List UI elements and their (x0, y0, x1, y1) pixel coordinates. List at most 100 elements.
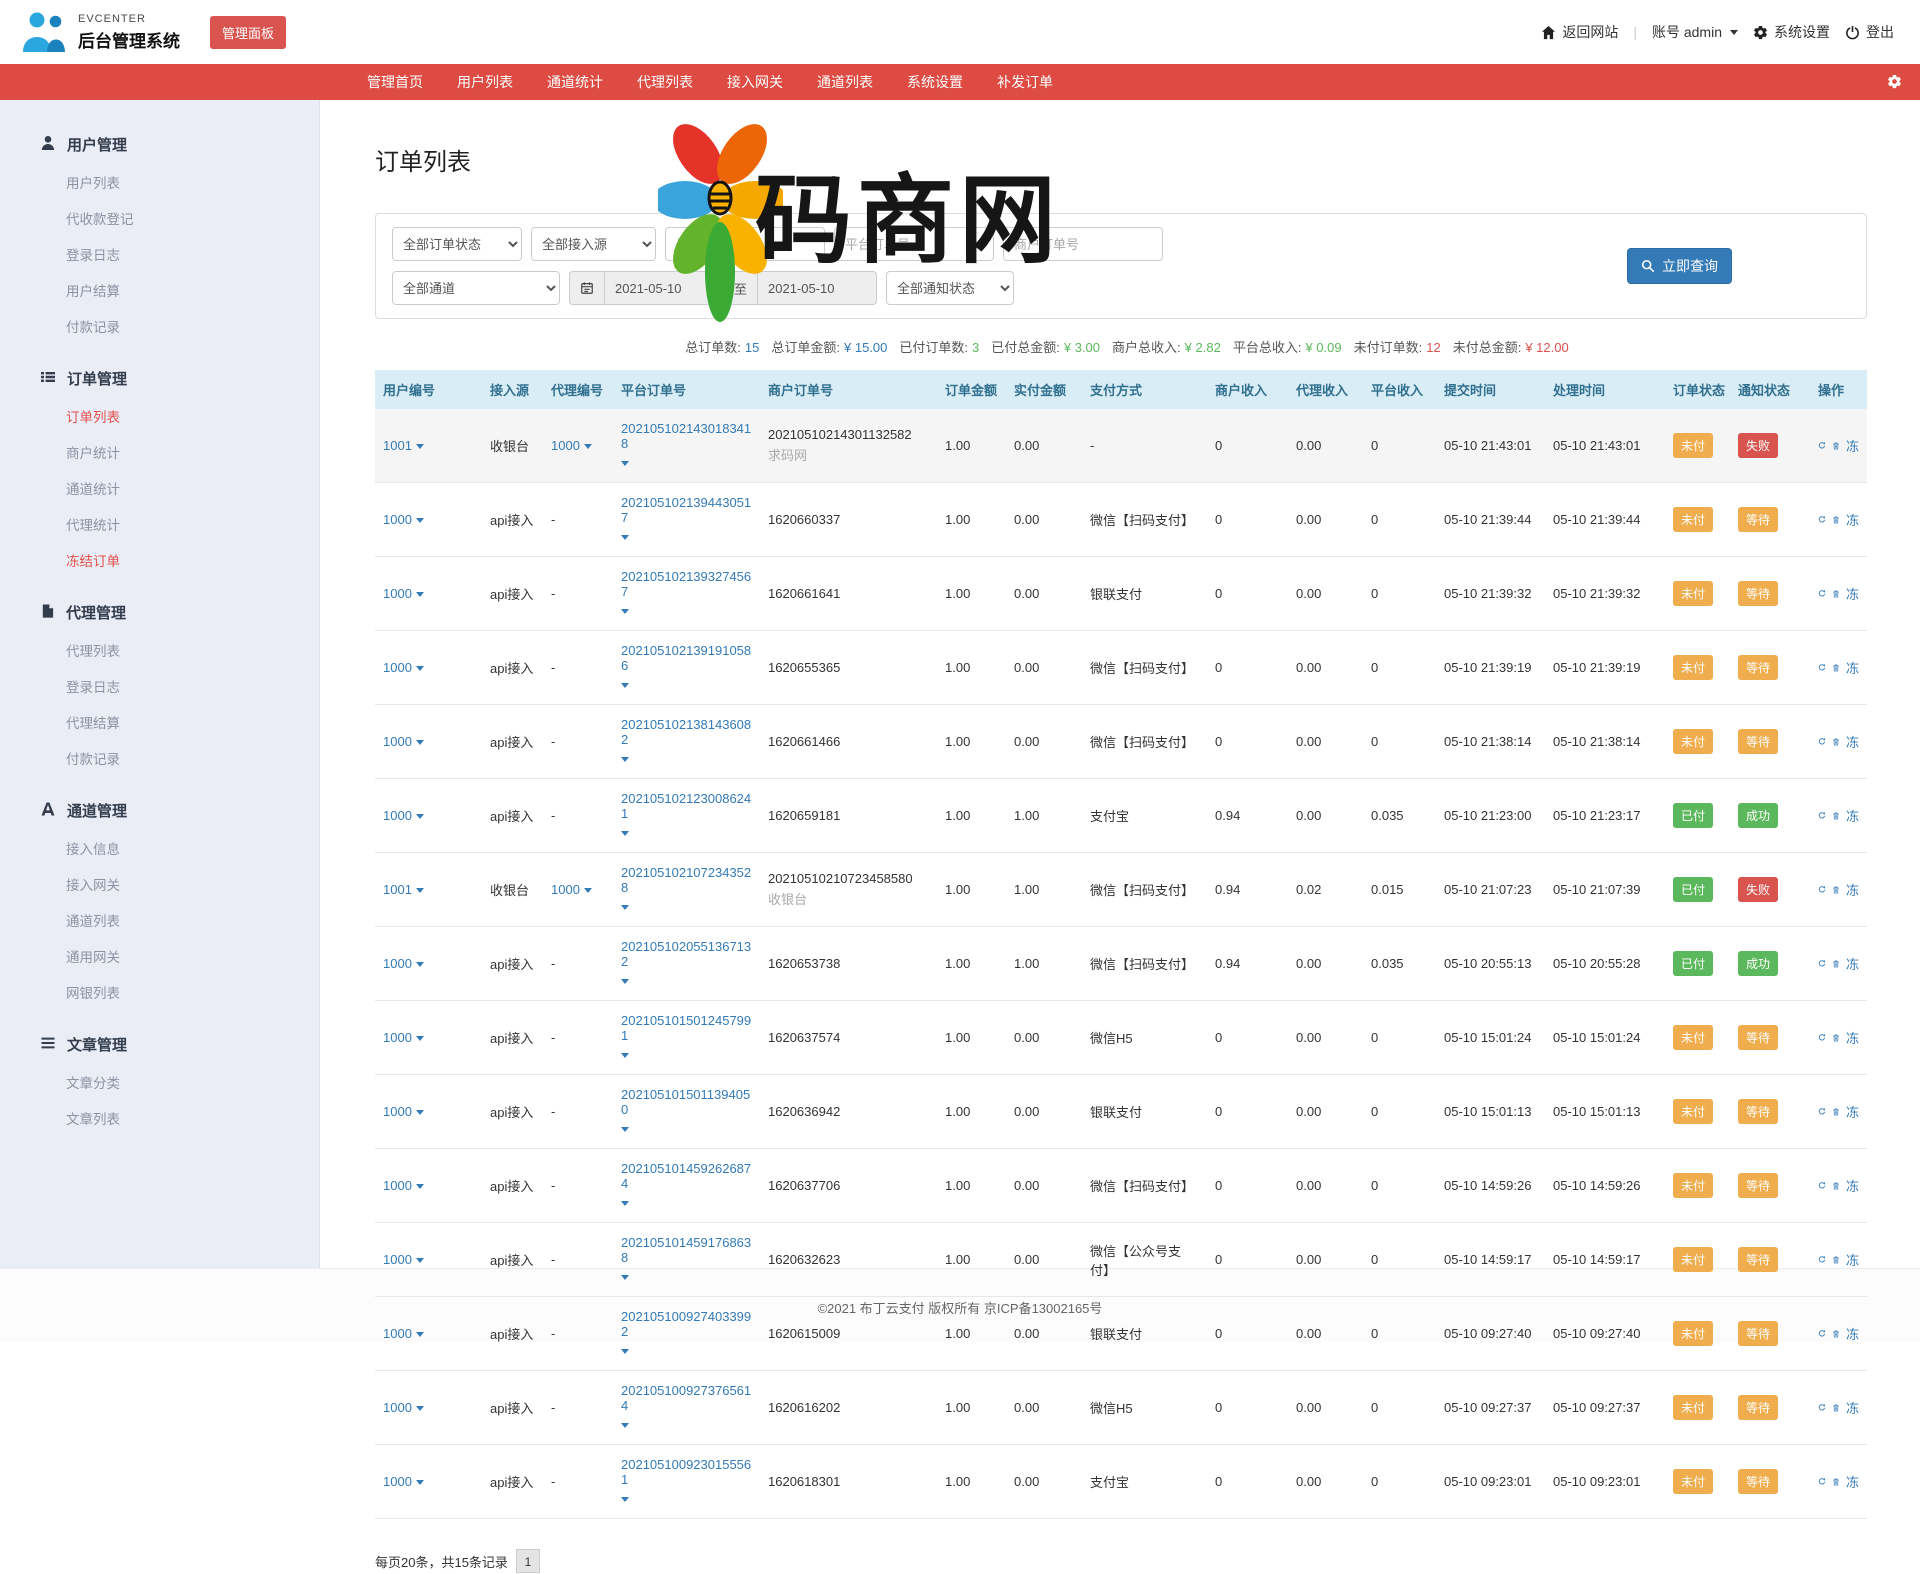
user-id-link[interactable]: 1000 (383, 512, 424, 527)
refresh-icon[interactable] (1818, 661, 1826, 674)
freeze-link[interactable]: 冻 (1846, 1028, 1859, 1047)
platform-order-link[interactable]: 2021051009274033992 (621, 1309, 752, 1339)
freeze-link[interactable]: 冻 (1846, 510, 1859, 529)
expand-caret-icon[interactable] (621, 1497, 629, 1502)
platform-order-link[interactable]: 2021051021230086241 (621, 791, 752, 821)
sidebar-item[interactable]: 登录日志 (0, 668, 319, 704)
refresh-icon[interactable] (1818, 735, 1826, 748)
platform-order-link[interactable]: 2021051015011394050 (621, 1087, 752, 1117)
platform-order-link[interactable]: 2021051014591768638 (621, 1235, 752, 1265)
platform-order-link[interactable]: 2021051021430183418 (621, 421, 752, 451)
expand-caret-icon[interactable] (621, 1053, 629, 1058)
expand-caret-icon[interactable] (621, 979, 629, 984)
user-name-input[interactable] (665, 227, 825, 261)
sidebar-item[interactable]: 代理统计 (0, 506, 319, 542)
freeze-link[interactable]: 冻 (1846, 1250, 1859, 1269)
sidebar-item[interactable]: 网银列表 (0, 974, 319, 1010)
trash-icon[interactable] (1832, 1031, 1840, 1045)
expand-caret-icon[interactable] (621, 1275, 629, 1280)
user-id-link[interactable]: 1000 (383, 956, 424, 971)
nav-item[interactable]: 用户列表 (440, 64, 530, 100)
user-id-link[interactable]: 1000 (383, 808, 424, 823)
sidebar-item[interactable]: 用户列表 (0, 164, 319, 200)
date-to-input[interactable] (757, 271, 877, 305)
expand-caret-icon[interactable] (621, 1423, 629, 1428)
sidebar-item[interactable]: 文章分类 (0, 1064, 319, 1100)
nav-item[interactable]: 通道统计 (530, 64, 620, 100)
expand-caret-icon[interactable] (621, 535, 629, 540)
expand-caret-icon[interactable] (621, 461, 629, 466)
platform-order-link[interactable]: 2021051021394430517 (621, 495, 752, 525)
freeze-link[interactable]: 冻 (1846, 1102, 1859, 1121)
platform-order-link[interactable]: 2021051009230155561 (621, 1457, 752, 1487)
freeze-link[interactable]: 冻 (1846, 1398, 1859, 1417)
refresh-icon[interactable] (1818, 1179, 1826, 1192)
sidebar-item[interactable]: 付款记录 (0, 308, 319, 344)
user-id-link[interactable]: 1001 (383, 438, 424, 453)
panel-badge-button[interactable]: 管理面板 (210, 16, 286, 49)
freeze-link[interactable]: 冻 (1846, 954, 1859, 973)
expand-caret-icon[interactable] (621, 831, 629, 836)
settings-link[interactable]: 系统设置 (1753, 22, 1830, 42)
refresh-icon[interactable] (1818, 1031, 1826, 1044)
trash-icon[interactable] (1832, 513, 1840, 527)
trash-icon[interactable] (1832, 1179, 1840, 1193)
freeze-link[interactable]: 冻 (1846, 806, 1859, 825)
freeze-link[interactable]: 冻 (1846, 1324, 1859, 1343)
nav-item[interactable]: 通道列表 (800, 64, 890, 100)
nav-gear-button[interactable] (1887, 74, 1902, 94)
platform-order-link[interactable]: 2021051014592626874 (621, 1161, 752, 1191)
platform-order-link[interactable]: 2021051021393274567 (621, 569, 752, 599)
refresh-icon[interactable] (1818, 1105, 1826, 1118)
user-id-link[interactable]: 1000 (383, 734, 424, 749)
trash-icon[interactable] (1832, 661, 1840, 675)
freeze-link[interactable]: 冻 (1846, 584, 1859, 603)
expand-caret-icon[interactable] (621, 905, 629, 910)
platform-order-link[interactable]: 2021051020551367132 (621, 939, 752, 969)
back-site-link[interactable]: 返回网站 (1541, 22, 1618, 42)
user-id-link[interactable]: 1000 (383, 1326, 424, 1341)
date-from-input[interactable] (604, 271, 724, 305)
sidebar-item[interactable]: 文章列表 (0, 1100, 319, 1136)
platform-order-link[interactable]: 2021051021391910586 (621, 643, 752, 673)
account-dropdown[interactable]: 账号 admin (1652, 22, 1738, 42)
merchant-order-input[interactable] (1003, 227, 1163, 261)
freeze-link[interactable]: 冻 (1846, 732, 1859, 751)
trash-icon[interactable] (1832, 809, 1840, 823)
agent-id-link[interactable]: 1000 (551, 882, 592, 897)
user-id-link[interactable]: 1000 (383, 1104, 424, 1119)
platform-order-link[interactable]: 2021051021072343528 (621, 865, 752, 895)
user-id-link[interactable]: 1000 (383, 1030, 424, 1045)
trash-icon[interactable] (1832, 587, 1840, 601)
refresh-icon[interactable] (1818, 957, 1826, 970)
nav-item[interactable]: 代理列表 (620, 64, 710, 100)
user-id-link[interactable]: 1000 (383, 660, 424, 675)
sidebar-item[interactable]: 商户统计 (0, 434, 319, 470)
freeze-link[interactable]: 冻 (1846, 1472, 1859, 1491)
user-id-link[interactable]: 1000 (383, 1252, 424, 1267)
expand-caret-icon[interactable] (621, 757, 629, 762)
refresh-icon[interactable] (1818, 439, 1826, 452)
access-source-select[interactable]: 全部接入源 (531, 227, 656, 261)
user-id-link[interactable]: 1000 (383, 1178, 424, 1193)
trash-icon[interactable] (1832, 735, 1840, 749)
trash-icon[interactable] (1832, 883, 1840, 897)
sidebar-item[interactable]: 用户结算 (0, 272, 319, 308)
sidebar-item[interactable]: 付款记录 (0, 740, 319, 776)
refresh-icon[interactable] (1818, 809, 1826, 822)
page-button-1[interactable]: 1 (516, 1549, 540, 1573)
refresh-icon[interactable] (1818, 883, 1826, 896)
sidebar-item[interactable]: 代收款登记 (0, 200, 319, 236)
freeze-link[interactable]: 冻 (1846, 1176, 1859, 1195)
freeze-link[interactable]: 冻 (1846, 880, 1859, 899)
sidebar-item[interactable]: 通道统计 (0, 470, 319, 506)
trash-icon[interactable] (1832, 1253, 1840, 1267)
logout-link[interactable]: 登出 (1845, 22, 1894, 42)
trash-icon[interactable] (1832, 957, 1840, 971)
sidebar-group-title[interactable]: 通道管理 (0, 792, 319, 830)
nav-item[interactable]: 接入网关 (710, 64, 800, 100)
refresh-icon[interactable] (1818, 587, 1826, 600)
sidebar-item[interactable]: 登录日志 (0, 236, 319, 272)
refresh-icon[interactable] (1818, 1401, 1826, 1414)
refresh-icon[interactable] (1818, 513, 1826, 526)
